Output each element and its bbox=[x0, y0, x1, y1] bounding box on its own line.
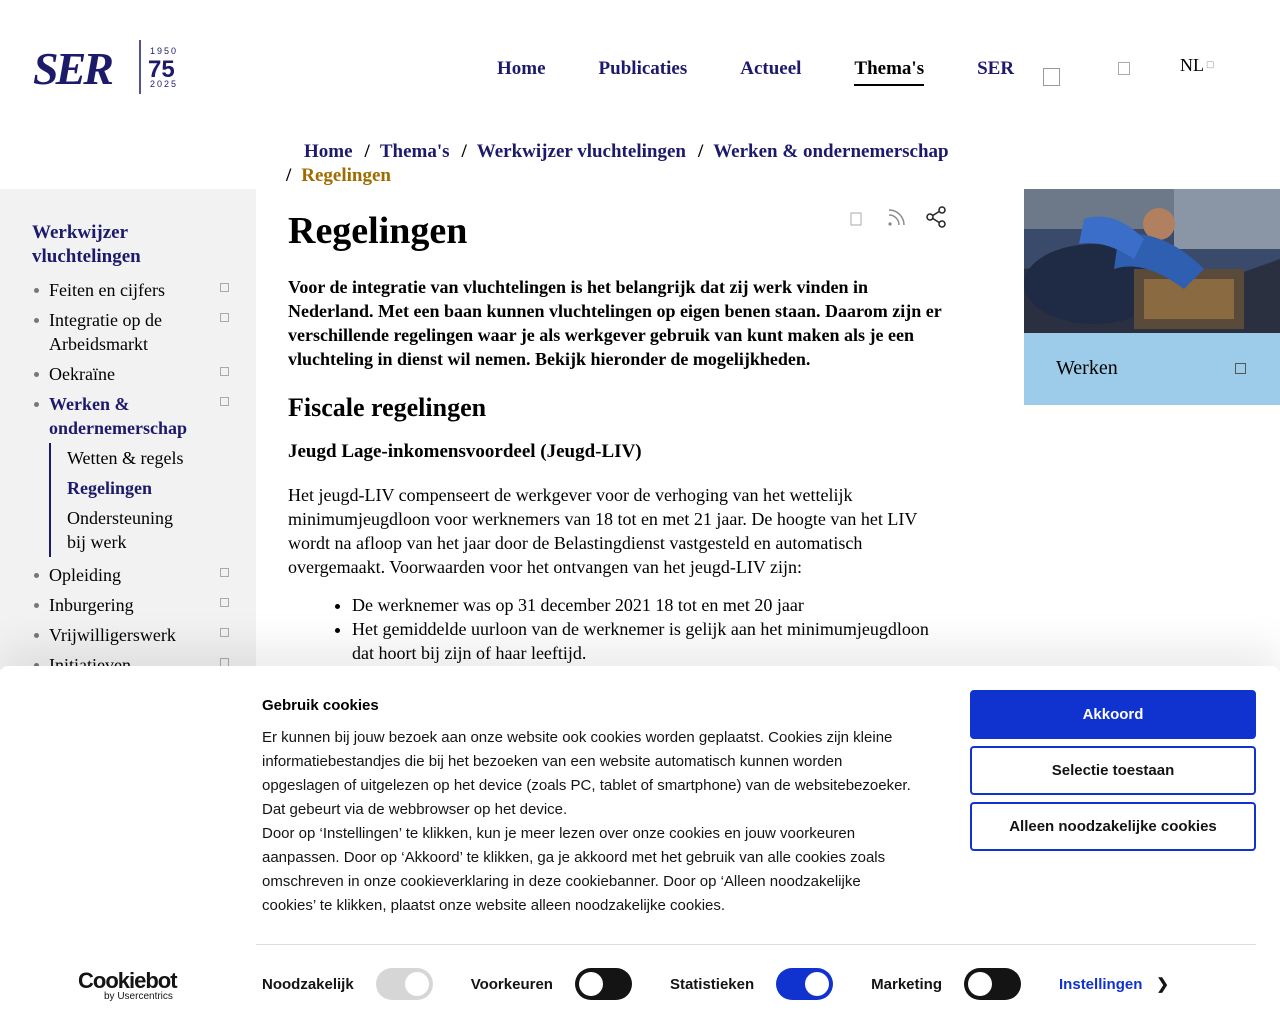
main-nav: Home Publicaties Actueel Thema's SER bbox=[497, 58, 1067, 86]
logo-years-top: 1950 bbox=[150, 46, 178, 56]
expand-icon[interactable] bbox=[220, 628, 229, 637]
toggle-knob bbox=[968, 972, 993, 996]
breadcrumb-separator: / bbox=[364, 141, 370, 162]
sidebar-list: Feiten en cijfers Integratie op de Arbei… bbox=[32, 275, 232, 680]
sidebar-subitem-wetten[interactable]: Wetten & regels bbox=[51, 443, 204, 473]
cookie-text-paragraph-1: Er kunnen bij jouw bezoek aan onze websi… bbox=[262, 729, 911, 818]
expand-icon[interactable] bbox=[220, 598, 229, 607]
sidebar-item-oekraine[interactable]: Oekraïne bbox=[32, 359, 232, 389]
sidebar-title[interactable]: Werkwijzer vluchtelingen bbox=[32, 221, 212, 269]
cookie-text: Er kunnen bij jouw bezoek aan onze websi… bbox=[262, 726, 912, 918]
expand-icon[interactable] bbox=[220, 367, 229, 376]
collapse-icon[interactable] bbox=[220, 397, 229, 406]
sidebar-subitem-regelingen[interactable]: Regelingen bbox=[51, 473, 204, 503]
breadcrumb-themas[interactable]: Thema's bbox=[380, 141, 450, 162]
sidebar-item-label: Feiten en cijfers bbox=[49, 280, 165, 300]
search-icon[interactable] bbox=[1043, 68, 1060, 86]
cookiebot-byline: by Usercentrics bbox=[104, 991, 173, 1002]
settings-link[interactable]: Instellingen ❯ bbox=[1059, 975, 1169, 994]
list-item: Het gemiddelde uurloon van de werknemer … bbox=[352, 617, 948, 665]
sidebar-item-label: Werken & ondernemerschap bbox=[49, 394, 187, 438]
breadcrumb-separator: / bbox=[461, 141, 467, 162]
breadcrumb-werken[interactable]: Werken & ondernemerschap bbox=[713, 141, 948, 162]
expand-icon[interactable] bbox=[220, 283, 229, 292]
logo-years-bottom: 2025 bbox=[150, 79, 178, 89]
sidebar-item-label: Vrijwilligerswerk bbox=[49, 625, 176, 645]
page-tools bbox=[844, 205, 948, 229]
conditions-list: De werknemer was op 31 december 2021 18 … bbox=[352, 593, 948, 665]
toggle-label-marketing: Marketing bbox=[871, 975, 943, 993]
sidebar: Werkwijzer vluchtelingen Feiten en cijfe… bbox=[0, 189, 256, 675]
toggle-knob bbox=[578, 972, 603, 996]
chevron-down-icon: ▢ bbox=[1206, 59, 1215, 69]
ser-75-logo[interactable]: SER 1950 75 2025 bbox=[33, 40, 183, 96]
subsection-title: Jeugd Lage-inkomensvoordeel (Jeugd-LIV) bbox=[288, 441, 642, 462]
toggle-necessary bbox=[375, 968, 433, 1000]
breadcrumb: Home / Thema's / Werkwijzer vluchtelingen / We… bbox=[286, 140, 968, 188]
nav-home[interactable]: Home bbox=[497, 58, 546, 84]
allow-selection-button[interactable]: Selectie toestaan bbox=[970, 746, 1256, 795]
settings-label: Instellingen bbox=[1059, 975, 1143, 993]
toggle-label-necessary: Noodzakelijk bbox=[262, 975, 354, 993]
cookie-title: Gebruik cookies bbox=[262, 697, 379, 714]
card-label: Werken bbox=[1024, 333, 1280, 405]
related-card-werken[interactable]: Werken bbox=[1024, 189, 1280, 405]
toggle-label-statistics: Statistieken bbox=[669, 975, 755, 993]
main-content: Regelingen Voor de integratie van vlucht… bbox=[288, 205, 948, 665]
sidebar-item-werken[interactable]: Werken & ondernemerschap Wetten & regels… bbox=[32, 389, 232, 560]
toggle-knob bbox=[805, 972, 830, 996]
sidebar-item-integratie[interactable]: Integratie op de Arbeidsmarkt bbox=[32, 305, 232, 359]
toggle-knob bbox=[404, 972, 429, 996]
sidebar-item-opleiding[interactable]: Opleiding bbox=[32, 560, 232, 590]
cookiebot-logo: Cookiebot by Usercentrics bbox=[78, 968, 178, 1002]
chevron-right-icon: ❯ bbox=[1156, 976, 1169, 993]
sidebar-item-vrijwilligerswerk[interactable]: Vrijwilligerswerk bbox=[32, 620, 232, 650]
intro-text: Voor de integratie van vluchtelingen is … bbox=[288, 277, 942, 369]
toggle-preferences[interactable] bbox=[574, 968, 632, 1000]
nav-publicaties[interactable]: Publicaties bbox=[599, 58, 688, 84]
consent-toggles: Noodzakelijk Voorkeuren Statistieken Mar… bbox=[262, 968, 1169, 1000]
cookie-banner: Gebruik cookies Er kunnen bij jouw bezoe… bbox=[0, 666, 1280, 1024]
bookmark-icon[interactable] bbox=[1118, 62, 1130, 75]
svg-text:SER: SER bbox=[33, 43, 112, 94]
accept-button[interactable]: Akkoord bbox=[970, 690, 1256, 739]
toggle-statistics[interactable] bbox=[776, 968, 834, 1000]
sidebar-item-label: Oekraïne bbox=[49, 364, 115, 384]
mechanic-photo bbox=[1024, 189, 1280, 333]
sidebar-item-label: Opleiding bbox=[49, 565, 121, 585]
expand-icon[interactable] bbox=[220, 568, 229, 577]
sidebar-item-inburgering[interactable]: Inburgering bbox=[32, 590, 232, 620]
card-title: Werken bbox=[1056, 357, 1118, 379]
nav-ser[interactable]: SER bbox=[977, 58, 1014, 84]
body-paragraph: Het jeugd-LIV compenseert de werkgever v… bbox=[288, 485, 918, 577]
nav-actueel[interactable]: Actueel bbox=[740, 58, 801, 84]
cookie-text-paragraph-2: Door op ‘Instellingen’ te klikken, kun j… bbox=[262, 825, 886, 914]
breadcrumb-separator: / bbox=[286, 165, 292, 186]
rss-icon[interactable] bbox=[884, 205, 908, 229]
share-icon[interactable] bbox=[924, 205, 948, 229]
sidebar-subitem-ondersteuning[interactable]: Ondersteuning bij werk bbox=[51, 503, 204, 557]
sidebar-item-label: Inburgering bbox=[49, 595, 134, 615]
section-title: Fiscale regelingen bbox=[288, 393, 487, 422]
nav-themas[interactable]: Thema's bbox=[854, 58, 925, 86]
sidebar-sublist: Wetten & regels Regelingen Ondersteuning… bbox=[49, 443, 204, 557]
sidebar-item-label: Integratie op de Arbeidsmarkt bbox=[49, 310, 162, 354]
language-label: NL bbox=[1180, 55, 1204, 75]
bookmark-icon[interactable] bbox=[844, 205, 868, 229]
breadcrumb-werkwijzer[interactable]: Werkwijzer vluchtelingen bbox=[477, 141, 686, 162]
sidebar-item-feiten[interactable]: Feiten en cijfers bbox=[32, 275, 232, 305]
toggle-marketing[interactable] bbox=[964, 968, 1022, 1000]
cookie-divider bbox=[256, 944, 1256, 945]
breadcrumb-current: Regelingen bbox=[301, 165, 391, 186]
expand-icon[interactable] bbox=[220, 313, 229, 322]
list-item: De werknemer was op 31 december 2021 18 … bbox=[352, 593, 948, 617]
breadcrumb-home[interactable]: Home bbox=[304, 141, 353, 162]
arrow-right-icon bbox=[1235, 363, 1246, 374]
necessary-only-button[interactable]: Alleen noodzakelijke cookies bbox=[970, 802, 1256, 851]
language-switcher[interactable]: NL ▢ bbox=[1180, 55, 1215, 76]
toggle-label-preferences: Voorkeuren bbox=[470, 975, 553, 993]
breadcrumb-separator: / bbox=[697, 141, 704, 162]
